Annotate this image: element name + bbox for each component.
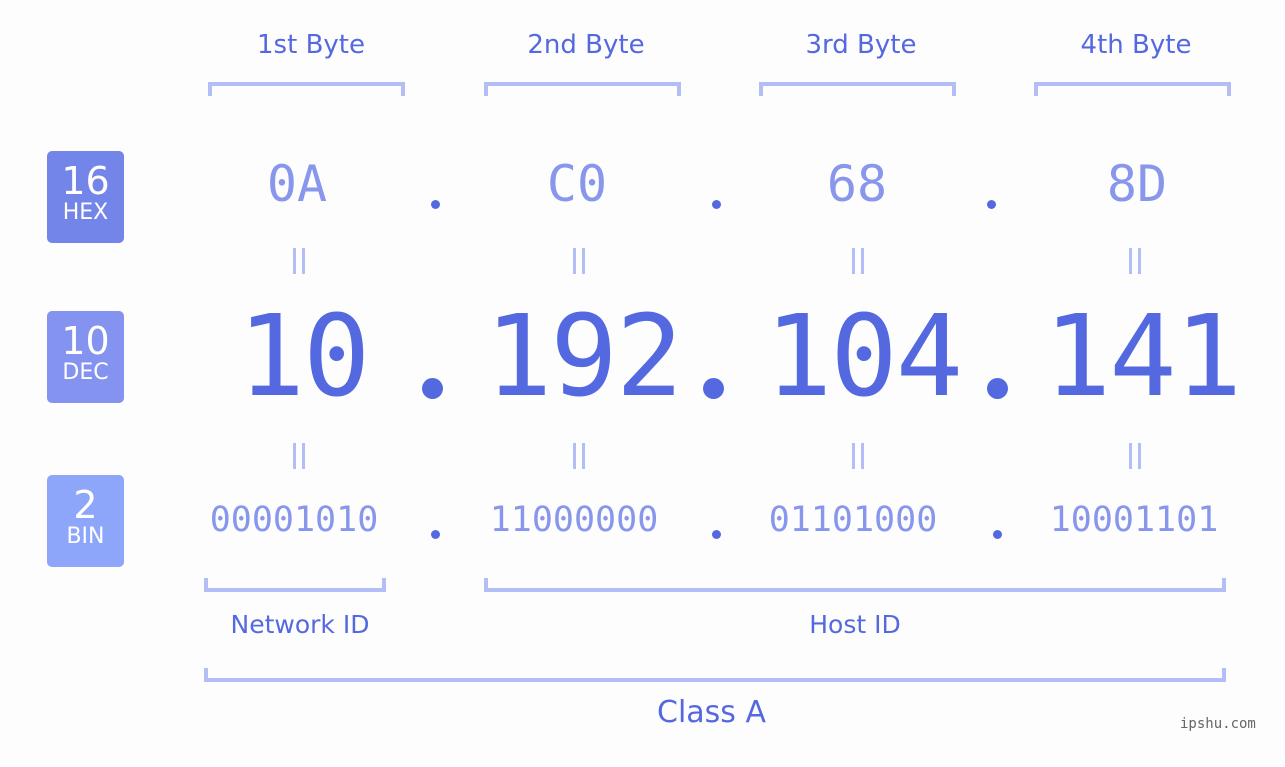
- bin-badge-base: 2: [73, 483, 98, 527]
- equals-icon: [291, 443, 307, 469]
- dec-badge-unit: DEC: [62, 360, 109, 385]
- dec-byte-4: 141: [1043, 292, 1242, 422]
- network-id-bracket: [204, 578, 386, 592]
- bin-byte-3: 01101000: [768, 500, 938, 540]
- equals-icon: [291, 248, 307, 274]
- hex-badge-unit: HEX: [62, 200, 109, 225]
- bin-separator-dot: [431, 530, 440, 539]
- dec-byte-2: 192: [484, 292, 683, 422]
- hex-byte-4: 8D: [1106, 155, 1168, 213]
- byte-header-4: 4th Byte: [1080, 30, 1192, 60]
- byte-header-2: 2nd Byte: [527, 30, 645, 60]
- byte-header-1: 1st Byte: [257, 30, 365, 60]
- byte-bracket-4: [1034, 82, 1231, 96]
- equals-icon: [1127, 443, 1143, 469]
- dec-badge: 10 DEC: [47, 311, 124, 403]
- equals-icon: [571, 443, 587, 469]
- equals-icon: [850, 443, 866, 469]
- network-id-label: Network ID: [230, 610, 370, 639]
- dec-separator-dot: [703, 378, 724, 399]
- hex-separator-dot: [987, 200, 996, 209]
- dec-byte-1: 10: [237, 292, 371, 422]
- class-bracket: [204, 668, 1226, 682]
- bin-separator-dot: [712, 530, 721, 539]
- host-id-label: Host ID: [809, 610, 901, 639]
- bin-badge-unit: BIN: [66, 524, 105, 549]
- hex-badge-base: 16: [61, 159, 110, 203]
- class-label: Class A: [657, 695, 766, 730]
- hex-separator-dot: [431, 200, 440, 209]
- dec-separator-dot: [987, 378, 1008, 399]
- dec-separator-dot: [422, 378, 443, 399]
- bin-badge: 2 BIN: [47, 475, 124, 567]
- dec-byte-3: 104: [764, 292, 963, 422]
- hex-byte-1: 0A: [266, 155, 328, 213]
- dec-badge-base: 10: [61, 319, 110, 363]
- bin-byte-1: 00001010: [209, 500, 379, 540]
- hex-byte-3: 68: [826, 155, 888, 213]
- byte-bracket-2: [484, 82, 681, 96]
- watermark: ipshu.com: [1180, 716, 1256, 732]
- equals-icon: [1127, 248, 1143, 274]
- byte-bracket-3: [759, 82, 956, 96]
- hex-byte-2: C0: [546, 155, 608, 213]
- bin-byte-2: 11000000: [489, 500, 659, 540]
- bin-byte-4: 10001101: [1049, 500, 1219, 540]
- hex-separator-dot: [712, 200, 721, 209]
- equals-icon: [571, 248, 587, 274]
- hex-badge: 16 HEX: [47, 151, 124, 243]
- byte-bracket-1: [208, 82, 405, 96]
- host-id-bracket: [484, 578, 1226, 592]
- equals-icon: [850, 248, 866, 274]
- bin-separator-dot: [993, 530, 1002, 539]
- byte-header-3: 3rd Byte: [805, 30, 917, 60]
